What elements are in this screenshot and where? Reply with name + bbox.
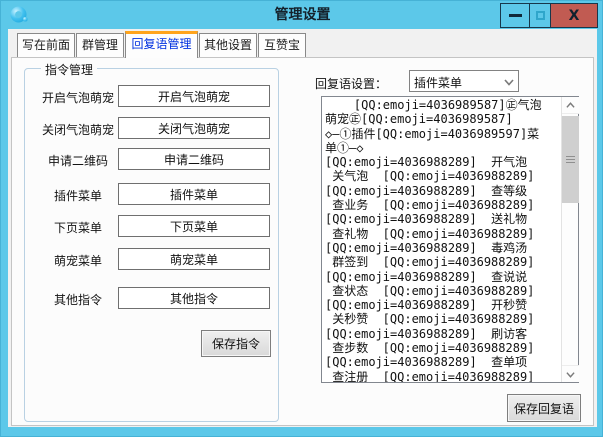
close-button[interactable]: X <box>550 3 598 28</box>
command-input-next-page-menu[interactable] <box>118 215 270 237</box>
tab-other-settings[interactable]: 其他设置 <box>199 33 257 57</box>
client-area: 写在前面 群管理 回复语管理 其他设置 互赞宝 指令管理 开启气泡萌宠 关闭气泡… <box>8 29 597 427</box>
chevron-down-icon <box>504 77 514 87</box>
scrollbar[interactable] <box>561 97 578 382</box>
maximize-button[interactable] <box>529 3 551 28</box>
scroll-down-button[interactable] <box>562 365 579 382</box>
scrollbar-thumb[interactable] <box>562 116 579 203</box>
groupbox-legend: 指令管理 <box>41 61 97 78</box>
command-label: 下页菜单 <box>31 219 125 236</box>
command-row: 下页菜单 <box>25 215 278 237</box>
save-commands-button[interactable]: 保存指令 <box>201 330 271 357</box>
reply-settings-label: 回复语设置： <box>315 75 387 92</box>
command-management-groupbox: 指令管理 开启气泡萌宠 关闭气泡萌宠 申请二维码 插件菜单 <box>24 68 279 422</box>
tab-written-upfront[interactable]: 写在前面 <box>17 33 75 57</box>
scrollbar-grip-icon <box>566 156 575 163</box>
scroll-up-button[interactable] <box>562 97 579 114</box>
command-label: 其他指令 <box>31 291 125 308</box>
minimize-icon <box>509 14 522 17</box>
command-input-plugin-menu[interactable] <box>118 183 270 205</box>
maximize-icon <box>536 11 545 20</box>
command-input-other-commands[interactable] <box>118 287 270 309</box>
command-row: 插件菜单 <box>25 183 278 205</box>
tab-mutual-like[interactable]: 互赞宝 <box>258 33 306 57</box>
reply-textarea[interactable]: [QQ:emoji=4036989587]㊣气泡 萌宠㊣[QQ:emoji=40… <box>322 97 561 382</box>
command-label: 插件菜单 <box>31 187 125 204</box>
command-input-request-qrcode[interactable] <box>118 148 270 170</box>
tab-reply-management[interactable]: 回复语管理 <box>125 31 198 58</box>
command-label: 开启气泡萌宠 <box>31 89 125 106</box>
chevron-up-icon <box>566 101 575 110</box>
command-input-close-bubble-pet[interactable] <box>118 117 270 139</box>
close-icon: X <box>569 9 580 23</box>
command-label: 萌宠菜单 <box>31 252 125 269</box>
command-input-pet-menu[interactable] <box>118 248 270 270</box>
dropdown-selected-value: 插件菜单 <box>414 74 462 91</box>
reply-text-box: [QQ:emoji=4036989587]㊣气泡 萌宠㊣[QQ:emoji=40… <box>321 96 579 383</box>
minimize-button[interactable] <box>500 3 530 28</box>
command-label: 关闭气泡萌宠 <box>31 121 125 138</box>
dialog-window: 管理设置 X 写在前面 群管理 回复语管理 其他设置 互赞宝 指令管理 开启气泡… <box>0 0 603 437</box>
chevron-down-icon <box>566 370 575 379</box>
command-row: 关闭气泡萌宠 <box>25 117 278 139</box>
command-row: 开启气泡萌宠 <box>25 85 278 107</box>
command-input-open-bubble-pet[interactable] <box>118 85 270 107</box>
command-row: 申请二维码 <box>25 148 278 170</box>
titlebar: 管理设置 X <box>1 1 603 29</box>
command-label: 申请二维码 <box>31 152 125 169</box>
command-row: 萌宠菜单 <box>25 248 278 270</box>
command-row: 其他指令 <box>25 287 278 309</box>
tab-group-management[interactable]: 群管理 <box>76 33 124 57</box>
tab-page-reply-management: 指令管理 开启气泡萌宠 关闭气泡萌宠 申请二维码 插件菜单 <box>11 57 594 426</box>
reply-type-dropdown[interactable]: 插件菜单 <box>409 70 519 92</box>
save-reply-button[interactable]: 保存回复语 <box>507 394 581 422</box>
